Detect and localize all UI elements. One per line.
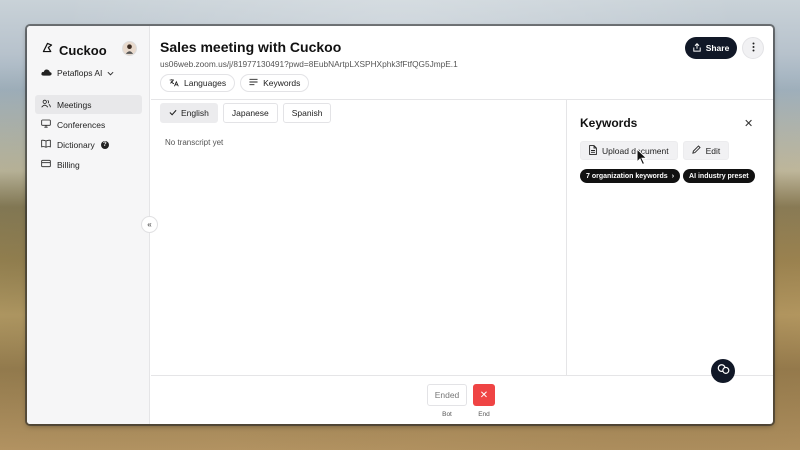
bot-status-button[interactable]: Ended (427, 384, 467, 406)
bot-control: Ended Bot (427, 384, 467, 418)
tab-label: English (181, 108, 209, 118)
languages-label: Languages (184, 78, 227, 88)
empty-transcript-text: No transcript yet (165, 138, 224, 147)
keyword-tags: 7 organization keywords › AI industry pr… (580, 169, 755, 183)
bot-label: Bot (442, 411, 452, 418)
organization-keywords-tag[interactable]: 7 organization keywords › (580, 169, 681, 183)
sidebar: Cuckoo Petaflops AI Meetings Conferences… (27, 26, 150, 424)
file-icon (589, 144, 597, 157)
sidebar-item-label: Dictionary (57, 139, 95, 150)
page-title: Sales meeting with Cuckoo (160, 39, 342, 55)
sidebar-item-label: Conferences (57, 119, 106, 130)
collapse-sidebar-button[interactable]: « (141, 216, 158, 233)
edit-label: Edit (705, 145, 721, 156)
tab-japanese[interactable]: Japanese (222, 103, 278, 123)
brand[interactable]: Cuckoo (41, 41, 107, 59)
meeting-url: us06web.zoom.us/j/81977130491?pwd=8EubNA… (160, 59, 458, 69)
tag-label: AI industry preset (689, 172, 749, 180)
header-actions: Languages Keywords (160, 74, 310, 92)
chat-button[interactable] (711, 359, 735, 383)
help-icon[interactable]: ? (100, 140, 109, 149)
tab-label: Japanese (231, 108, 269, 118)
translate-icon (169, 78, 179, 89)
keywords-actions: Upload document Edit (580, 141, 730, 160)
sidebar-item-billing[interactable]: Billing (35, 155, 142, 174)
language-tabs: English Japanese Spanish (160, 103, 332, 123)
end-control: ✕ End (473, 384, 495, 418)
tag-label: 7 organization keywords (586, 172, 668, 180)
app-name: Cuckoo (59, 42, 107, 58)
upload-document-button[interactable]: Upload document (580, 141, 678, 160)
ai-industry-preset-tag[interactable]: AI industry preset (683, 169, 755, 183)
mouse-cursor-icon (636, 147, 648, 171)
chevron-right-icon: › (671, 172, 675, 180)
more-options-button[interactable] (742, 37, 764, 59)
keywords-button[interactable]: Keywords (240, 74, 310, 92)
check-icon (169, 108, 177, 118)
share-label: Share (705, 43, 730, 53)
main-area: Sales meeting with Cuckoo us06web.zoom.u… (151, 26, 773, 424)
app-window: Cuckoo Petaflops AI Meetings Conferences… (27, 26, 773, 424)
cuckoo-bird-icon (41, 41, 54, 59)
sidebar-item-label: Billing (57, 159, 80, 170)
book-icon (41, 139, 51, 150)
org-name: Petaflops AI (57, 68, 103, 78)
edit-keywords-button[interactable]: Edit (682, 141, 730, 160)
cloud-icon (41, 68, 52, 78)
list-icon (249, 78, 258, 88)
credit-card-icon (41, 159, 51, 170)
tab-english[interactable]: English (160, 103, 218, 123)
monitor-icon (41, 119, 51, 130)
tab-spanish[interactable]: Spanish (282, 103, 332, 123)
more-vertical-icon (752, 39, 755, 57)
pencil-icon (691, 145, 701, 156)
sidebar-nav: Meetings Conferences Dictionary ? Billin… (35, 95, 142, 175)
user-avatar[interactable] (122, 41, 137, 56)
languages-button[interactable]: Languages (160, 74, 236, 92)
keywords-panel: Keywords ✕ Upload document Edit 7 organi… (567, 99, 773, 375)
share-icon (693, 42, 701, 54)
sidebar-item-meetings[interactable]: Meetings (35, 95, 142, 114)
sidebar-item-dictionary[interactable]: Dictionary ? (35, 135, 142, 154)
keywords-label: Keywords (263, 78, 301, 88)
org-switcher[interactable]: Petaflops AI (41, 68, 114, 78)
sidebar-item-label: Meetings (57, 99, 92, 110)
keywords-panel-title: Keywords (580, 116, 638, 130)
chat-bubbles-icon (717, 362, 730, 380)
bot-controls: Ended Bot ✕ End (427, 384, 495, 418)
close-icon[interactable]: ✕ (744, 117, 753, 130)
users-icon (41, 99, 51, 110)
sidebar-item-conferences[interactable]: Conferences (35, 115, 142, 134)
chevron-down-icon (107, 68, 114, 78)
tab-label: Spanish (291, 108, 323, 118)
share-button[interactable]: Share (685, 37, 737, 59)
meeting-controls: Ended Bot ✕ End (151, 375, 773, 424)
transcript-area: English Japanese Spanish No transcript y… (151, 99, 567, 375)
end-meeting-button[interactable]: ✕ (473, 384, 495, 406)
end-label: End (478, 411, 490, 418)
